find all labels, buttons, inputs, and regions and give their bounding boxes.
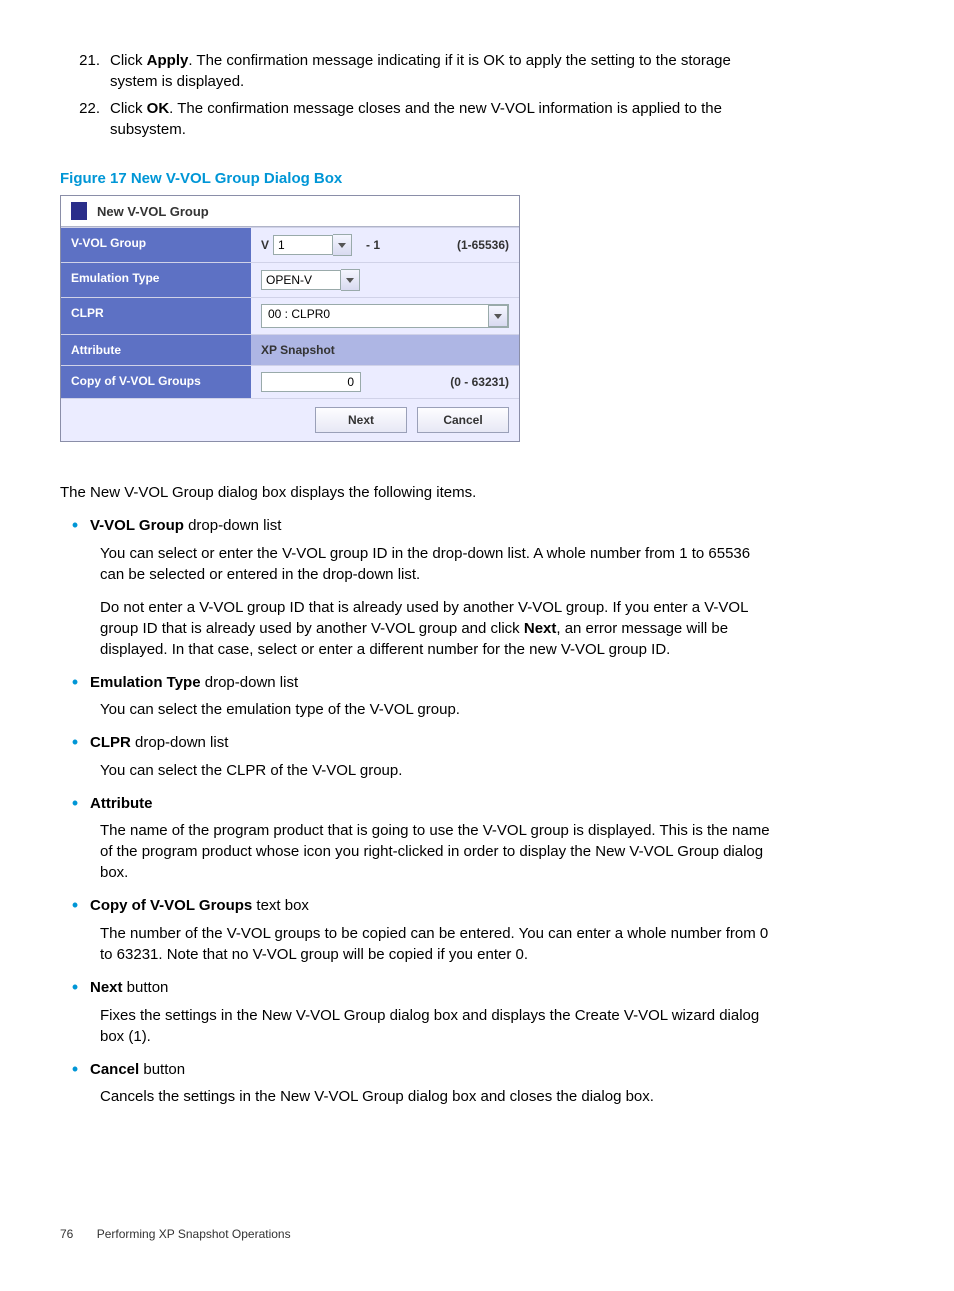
step-text: Click Apply. The confirmation message in… (110, 50, 774, 92)
label-vvol-group: V-VOL Group (61, 228, 251, 262)
row-vvol-group: V-VOL Group V - 1 (1-65536) (61, 227, 519, 262)
label-emulation: Emulation Type (61, 263, 251, 297)
step-text: Click OK. The confirmation message close… (110, 98, 774, 140)
bold-text: Apply (147, 52, 189, 69)
bullet-head: Emulation Type drop-down list (90, 672, 774, 694)
text: . The confirmation message indicating if… (110, 52, 731, 90)
chevron-down-icon (338, 243, 346, 248)
vvol-group-input[interactable] (273, 235, 333, 255)
row-emulation: Emulation Type OPEN-V (61, 262, 519, 297)
clpr-select[interactable]: 00 : CLPR0 (261, 304, 509, 328)
field-vvol-group: V - 1 (1-65536) (251, 228, 519, 262)
vvol-group-combo[interactable] (273, 234, 352, 256)
bullet-head: Next button (90, 977, 774, 999)
bullet-icon: • (60, 515, 90, 537)
field-emulation: OPEN-V (251, 263, 519, 297)
step-21: 21. Click Apply. The confirmation messag… (60, 50, 774, 92)
bold-text: Cancel (90, 1061, 139, 1078)
text: drop-down list (184, 517, 282, 534)
page-footer: 76 Performing XP Snapshot Operations (60, 1227, 774, 1241)
dialog-buttons: Next Cancel (61, 398, 519, 441)
label-copy: Copy of V-VOL Groups (61, 366, 251, 398)
cancel-button[interactable]: Cancel (417, 407, 509, 433)
next-button[interactable]: Next (315, 407, 407, 433)
field-clpr: 00 : CLPR0 (251, 298, 519, 334)
field-copy: (0 - 63231) (251, 366, 519, 398)
bold-text: Next (90, 979, 123, 996)
paragraph: You can select or enter the V-VOL group … (100, 543, 774, 585)
text: drop-down list (201, 674, 299, 691)
text: button (139, 1061, 185, 1078)
dialog-title: New V-VOL Group (97, 204, 209, 219)
step-number: 21. (60, 50, 110, 92)
bullet-copy: • Copy of V-VOL Groups text box (60, 895, 774, 917)
bullet-icon: • (60, 977, 90, 999)
chevron-down-icon (346, 278, 354, 283)
bold-text: OK (147, 100, 170, 117)
emulation-combo[interactable]: OPEN-V (261, 269, 360, 291)
paragraph: Fixes the settings in the New V-VOL Grou… (100, 1005, 774, 1047)
bullet-icon: • (60, 793, 90, 815)
text: Click (110, 52, 147, 69)
row-copy: Copy of V-VOL Groups (0 - 63231) (61, 365, 519, 398)
bullet-icon: • (60, 895, 90, 917)
text: Click (110, 100, 147, 117)
clpr-dropdown-button[interactable] (488, 305, 508, 327)
bullet-head: CLPR drop-down list (90, 732, 774, 754)
paragraph: You can select the emulation type of the… (100, 699, 774, 720)
bullet-icon: • (60, 1059, 90, 1081)
bullet-clpr: • CLPR drop-down list (60, 732, 774, 754)
bullet-next: • Next button (60, 977, 774, 999)
text: . The confirmation message closes and th… (110, 100, 722, 138)
page-number: 76 (60, 1227, 73, 1241)
bullet-attribute: • Attribute (60, 793, 774, 815)
bullet-cancel: • Cancel button (60, 1059, 774, 1081)
clpr-value: 00 : CLPR0 (262, 305, 488, 327)
new-vvol-group-dialog: New V-VOL Group V-VOL Group V - 1 (1-655… (60, 195, 520, 442)
dialog-titlebar: New V-VOL Group (61, 196, 519, 227)
label-clpr: CLPR (61, 298, 251, 334)
vvol-group-dropdown-button[interactable] (333, 234, 352, 256)
vvol-range: (1-65536) (457, 238, 509, 252)
emulation-dropdown-button[interactable] (341, 269, 360, 291)
row-attribute: Attribute XP Snapshot (61, 334, 519, 365)
bullet-head: Copy of V-VOL Groups text box (90, 895, 774, 917)
bullet-vvol-group: • V-VOL Group drop-down list (60, 515, 774, 537)
step-number: 22. (60, 98, 110, 140)
bold-text: Emulation Type (90, 674, 201, 691)
bullet-emulation: • Emulation Type drop-down list (60, 672, 774, 694)
copy-range: (0 - 63231) (450, 375, 509, 389)
paragraph: The name of the program product that is … (100, 820, 774, 883)
paragraph: The number of the V-VOL groups to be cop… (100, 923, 774, 965)
attribute-value: XP Snapshot (251, 335, 519, 365)
paragraph: Cancels the settings in the New V-VOL Gr… (100, 1086, 774, 1107)
copy-input[interactable] (261, 372, 361, 392)
text: drop-down list (131, 734, 229, 751)
text: text box (252, 897, 309, 914)
bold-text: Next (524, 620, 557, 637)
bold-text: V-VOL Group (90, 517, 184, 534)
bullet-head: V-VOL Group drop-down list (90, 515, 774, 537)
bold-text: CLPR (90, 734, 131, 751)
vvol-suffix: - 1 (366, 238, 380, 252)
step-22: 22. Click OK. The confirmation message c… (60, 98, 774, 140)
chapter-title: Performing XP Snapshot Operations (97, 1227, 291, 1241)
vvol-prefix: V (261, 238, 269, 252)
title-icon (71, 202, 87, 220)
label-attribute: Attribute (61, 335, 251, 365)
paragraph: Do not enter a V-VOL group ID that is al… (100, 597, 774, 660)
bullet-head: Cancel button (90, 1059, 774, 1081)
bold-text: Copy of V-VOL Groups (90, 897, 252, 914)
figure-caption: Figure 17 New V-VOL Group Dialog Box (60, 170, 774, 187)
bullet-head: Attribute (90, 793, 774, 815)
paragraph: You can select the CLPR of the V-VOL gro… (100, 760, 774, 781)
text: button (123, 979, 169, 996)
emulation-value: OPEN-V (261, 270, 341, 290)
bullet-icon: • (60, 672, 90, 694)
bold-text: Attribute (90, 795, 153, 812)
bullet-icon: • (60, 732, 90, 754)
row-clpr: CLPR 00 : CLPR0 (61, 297, 519, 334)
intro-text: The New V-VOL Group dialog box displays … (60, 482, 774, 503)
chevron-down-icon (494, 314, 502, 319)
